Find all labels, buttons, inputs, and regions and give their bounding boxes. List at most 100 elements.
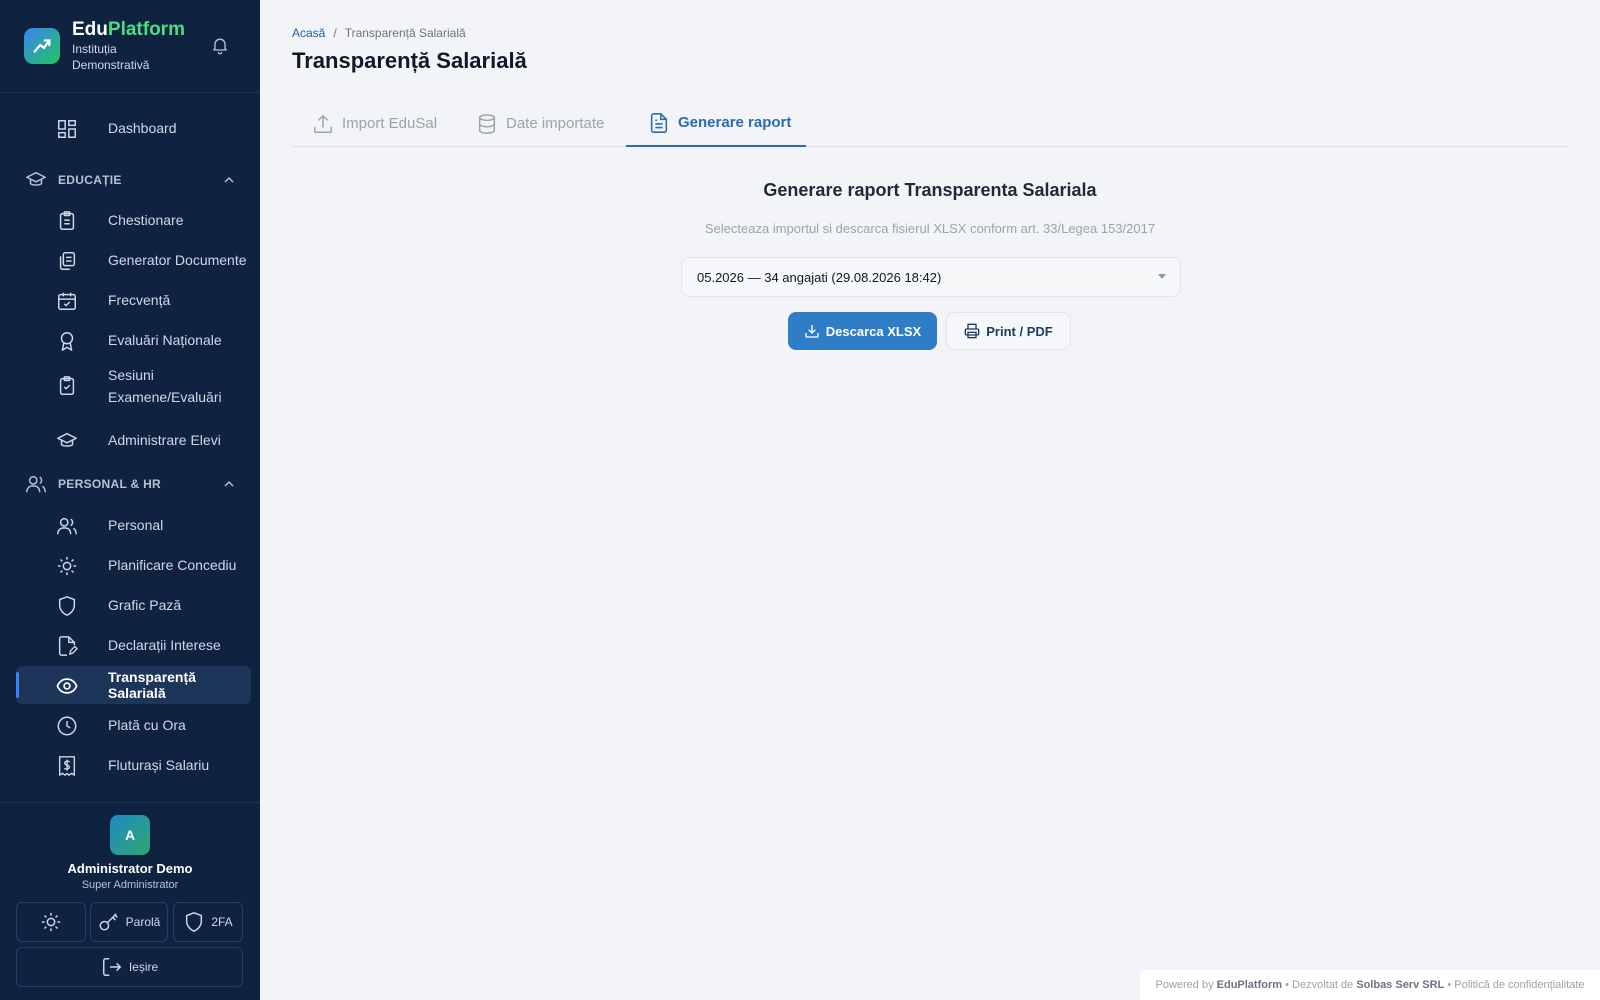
report-title: Generare raport Transparenta Salariala — [763, 180, 1097, 200]
sidebar-item-label: Plată cu Ora — [108, 717, 186, 733]
logout-button[interactable]: Ieșire — [16, 947, 243, 987]
user-role: Super Administrator — [81, 879, 179, 891]
sidebar-item-fluturasi-salariu[interactable]: Fluturași Salariu — [16, 746, 251, 784]
calendar-check-icon — [58, 292, 76, 310]
sidebar-item-label: Fluturași Salariu — [108, 757, 210, 773]
upload-icon — [314, 114, 332, 133]
caret-down-icon — [1158, 274, 1166, 279]
section-label: PERSONAL & HR — [58, 477, 162, 491]
brand-name: EduPlatform — [72, 19, 185, 40]
sidebar-item-planificare-concediu[interactable]: Planificare Concediu — [16, 546, 251, 584]
sidebar-item-dashboard[interactable]: Dashboard — [16, 109, 251, 147]
footer-privacy-link[interactable]: • Politică de confidențialitate — [1447, 979, 1584, 991]
page-footer: Powered by EduPlatform • Dezvoltat de So… — [1140, 970, 1600, 1000]
main-content: Acasă / Transparență Salarială Transpare… — [260, 0, 1600, 1000]
section-personal-hr[interactable]: PERSONAL & HR — [24, 472, 236, 496]
user-panel: A Administrator Demo Super Administrator… — [0, 802, 260, 987]
sidebar-item-label: Administrare Elevi — [108, 432, 221, 448]
tab-generare-raport[interactable]: Generare raport — [626, 100, 806, 147]
award-icon — [60, 332, 74, 351]
sidebar-item-chestionare[interactable]: Chestionare — [16, 201, 251, 239]
section-label: EDUCAȚIE — [58, 173, 122, 187]
sidebar-item-sesiuni-examene[interactable]: Sesiuni Examene/Evaluări — [16, 361, 251, 411]
sidebar-item-evaluari-nationale[interactable]: Evaluări Naționale — [16, 321, 251, 359]
import-select[interactable]: 05.2026 — 34 angajati (29.08.2026 18:42) — [681, 257, 1181, 297]
sun-icon — [41, 912, 61, 932]
sidebar-item-label: Generator Documente — [108, 252, 247, 268]
tab-label: Date importate — [506, 115, 605, 132]
two-factor-button[interactable]: 2FA — [173, 902, 243, 942]
key-icon — [99, 913, 118, 931]
sidebar-item-generator-documente[interactable]: Generator Documente — [16, 241, 251, 279]
report-subtitle: Selecteaza importul si descarca fisierul… — [704, 221, 1156, 236]
eye-icon — [56, 678, 78, 694]
page-title: Transparență Salarială — [292, 48, 527, 73]
institution-name: Instituția Demonstrativă — [72, 42, 150, 72]
tab-date-importate[interactable]: Date importate — [476, 100, 604, 147]
shield-icon — [186, 912, 203, 932]
sidebar-item-label: Chestionare — [108, 212, 184, 228]
receipt-dollar-icon — [58, 756, 76, 776]
sidebar-item-grafic-paza[interactable]: Grafic Pază — [16, 586, 251, 624]
users-icon — [57, 517, 77, 535]
documents-copy-icon — [59, 252, 76, 270]
document-icon — [650, 112, 668, 133]
sidebar-item-label: Grafic Pază — [108, 597, 182, 613]
clipboard-list-icon — [59, 211, 75, 230]
sidebar-item-label: Evaluări Naționale — [108, 332, 222, 348]
download-xlsx-button[interactable]: Descarca XLSX — [788, 312, 937, 350]
dashboard-icon — [58, 120, 76, 138]
sidebar-item-personal[interactable]: Personal — [16, 506, 251, 544]
sidebar-item-administrare-elevi[interactable]: Administrare Elevi — [16, 421, 251, 459]
user-name: Administrator Demo — [67, 861, 193, 876]
tab-bar: Import EduSal Date importate Generare ra… — [292, 100, 1568, 147]
footer-company-link[interactable]: Solbas Serv SRL — [1356, 979, 1444, 991]
graduation-cap-icon — [57, 432, 77, 447]
clipboard-check-icon — [59, 376, 75, 395]
logo-chart-icon — [33, 39, 51, 53]
logout-label: Ieșire — [128, 960, 159, 974]
breadcrumb-home-link[interactable]: Acasă — [292, 26, 325, 40]
sidebar: EduPlatform Instituția Demonstrativă Das… — [0, 0, 260, 1000]
brand-header: EduPlatform Instituția Demonstrativă — [0, 0, 260, 93]
chevron-up-icon — [224, 480, 234, 487]
sidebar-item-transparenta-salariala[interactable]: Transparență Salarială — [16, 666, 251, 704]
breadcrumb-separator: / — [333, 26, 337, 40]
sidebar-item-label: Dashboard — [108, 120, 177, 136]
sidebar-item-label: Frecvență — [108, 292, 171, 308]
print-pdf-button[interactable]: Print / PDF — [946, 312, 1071, 350]
sidebar-item-label: Transparență Salarială — [108, 669, 196, 701]
footer-brand-link[interactable]: EduPlatform — [1217, 979, 1282, 991]
tab-label: Import EduSal — [342, 115, 438, 132]
sidebar-item-label: Planificare Concediu — [108, 557, 237, 573]
download-icon — [805, 325, 819, 338]
graduation-cap-icon — [26, 171, 46, 186]
change-password-button[interactable]: Parolă — [90, 902, 168, 942]
password-label: Parolă — [125, 915, 161, 929]
clock-icon — [57, 716, 77, 736]
printer-icon — [964, 323, 980, 339]
tab-label: Generare raport — [678, 114, 792, 131]
users-icon — [26, 475, 46, 493]
avatar[interactable]: A — [110, 815, 150, 855]
print-label: Print / PDF — [986, 323, 1053, 339]
sidebar-item-frecventa[interactable]: Frecvență — [16, 281, 251, 319]
shield-icon — [58, 596, 76, 616]
twofa-label: 2FA — [211, 915, 233, 929]
sidebar-item-label: Sesiuni Examene/Evaluări — [108, 367, 222, 405]
sidebar-item-plata-cu-ora[interactable]: Plată cu Ora — [16, 706, 251, 744]
sun-icon — [57, 556, 77, 576]
breadcrumb: Acasă / Transparență Salarială — [292, 26, 466, 40]
section-educatie[interactable]: EDUCAȚIE — [24, 168, 236, 192]
theme-toggle-button[interactable] — [16, 902, 86, 942]
sidebar-item-label: Declarații Interese — [108, 637, 221, 653]
database-icon — [478, 113, 496, 134]
footer-text: Powered by EduPlatform • Dezvoltat de So… — [1155, 979, 1585, 991]
import-select-value: 05.2026 — 34 angajati (29.08.2026 18:42) — [697, 269, 942, 285]
chevron-up-icon — [224, 176, 234, 183]
download-label: Descarca XLSX — [825, 323, 922, 339]
sidebar-item-declaratii-interese[interactable]: Declarații Interese — [16, 626, 251, 664]
logout-icon — [102, 958, 122, 976]
bell-icon[interactable] — [210, 34, 230, 56]
tab-import-edusal[interactable]: Import EduSal — [312, 100, 437, 147]
